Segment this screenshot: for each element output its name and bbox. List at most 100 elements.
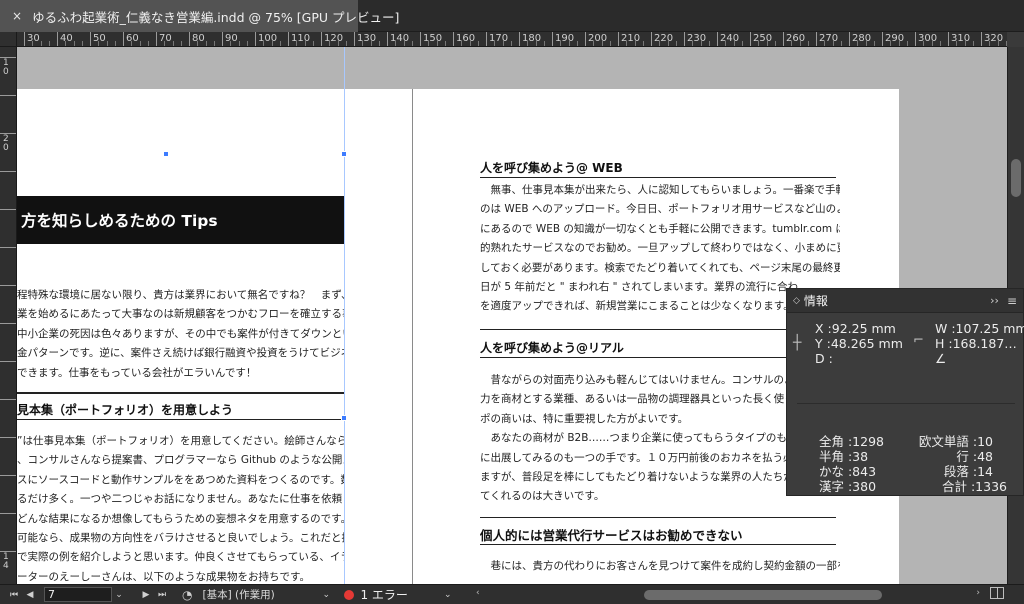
- text-line: 、コンサルさんなら提案書、プログラマーなら Github のような公開ス: [17, 454, 344, 467]
- ruler-minor-tick: [197, 41, 199, 46]
- ruler-minor-tick: [246, 41, 248, 46]
- ruler-minor-tick: [576, 41, 578, 46]
- ruler-minor-tick: [766, 41, 768, 46]
- ruler-minor-tick: [81, 41, 83, 46]
- selection-handle-top-middle[interactable]: [163, 151, 169, 157]
- ruler-minor-tick: [329, 41, 331, 46]
- split-window-icon[interactable]: [990, 587, 1004, 599]
- horizontal-scroll-thumb[interactable]: [644, 590, 882, 600]
- document-tab[interactable]: × ゆるふわ起業術_仁義なき営業編.indd @ 75% [GPU プレビュー]: [0, 0, 399, 32]
- text-line: 的熟れたサービスなのでお勧め。一旦アップして終わりではなく、小まめに更新: [480, 242, 840, 255]
- ruler-minor-tick: [989, 41, 991, 46]
- horizontal-scrollbar[interactable]: ‹ ›: [476, 588, 984, 601]
- ruler-minor-tick: [906, 41, 908, 46]
- collapse-icon[interactable]: ◇: [793, 296, 800, 306]
- page-number-field[interactable]: 7: [44, 587, 112, 602]
- ruler-minor-tick: [898, 41, 900, 46]
- ruler-tick: 14: [0, 551, 16, 584]
- right-section-1-rule: [480, 177, 836, 178]
- ruler-tick-label: 60: [126, 33, 139, 44]
- selection-handle-middle-right[interactable]: [341, 415, 347, 421]
- ruler-tick: [0, 209, 16, 247]
- vertical-scroll-thumb[interactable]: [1011, 159, 1021, 197]
- ruler-tick-label: 270: [819, 33, 839, 44]
- ruler-minor-tick: [238, 41, 240, 46]
- scroll-left-icon[interactable]: ‹: [476, 588, 480, 598]
- ruler-minor-tick: [700, 41, 702, 46]
- ruler-minor-tick: [362, 41, 364, 46]
- ruler-minor-tick: [890, 41, 892, 46]
- info-panel[interactable]: ◇ 情報 ›› ≡ ┼ X :92.25 mm Y :48.265 mm D :…: [786, 288, 1024, 496]
- ruler-minor-tick: [378, 41, 380, 46]
- ruler-minor-tick: [527, 41, 529, 46]
- text-line: ”は仕事見本集（ポートフォリオ）を用意してください。絵師さんなら、イ: [17, 435, 344, 447]
- error-dropdown-icon[interactable]: ⌄: [444, 590, 458, 600]
- ruler-minor-tick: [279, 41, 281, 46]
- text-line: 程特殊な環境に居ない限り、貴方は業界において無名ですね？ まず、営: [17, 289, 344, 301]
- ruler-origin[interactable]: [0, 32, 17, 47]
- crosshair-icon: ┼: [793, 335, 802, 351]
- last-page-button[interactable]: ⏭: [154, 590, 170, 600]
- next-page-button[interactable]: ▶: [138, 590, 154, 600]
- panel-menu-icon[interactable]: ≡: [1007, 294, 1017, 308]
- ruler-minor-tick: [139, 41, 141, 46]
- text-line: ーターのえーしーさんは、以下のような成果物をお持ちです。: [17, 570, 310, 583]
- ruler-minor-tick: [1005, 41, 1007, 46]
- left-page[interactable]: 方を知らしめるための Tips 程特殊な環境に居ない限り、貴方は業界において無名…: [17, 89, 412, 584]
- ruler-minor-tick: [865, 41, 867, 46]
- selection-handle-top-right[interactable]: [341, 151, 347, 157]
- ruler-minor-tick: [733, 41, 735, 46]
- ruler-minor-tick: [461, 41, 463, 46]
- ruler-tick: [0, 513, 16, 551]
- text-line: 業を始めるにあたって大事なのは新規顧客をつかむフローを確立する事: [17, 308, 344, 321]
- horizontal-ruler[interactable]: 30 40 50 60 70 80 90 100 110 120 130 140 150 160 170 18…: [17, 32, 1007, 47]
- ruler-minor-tick: [32, 41, 34, 46]
- ruler-tick: 320: [981, 32, 1003, 46]
- ruler-minor-tick: [180, 41, 182, 46]
- right-section-3-body[interactable]: 巷には、貴方の代わりにお客さんを見つけて案件を成約し契約金額の一部を報: [480, 557, 840, 576]
- vertical-ruler[interactable]: 10 20 14: [0, 47, 17, 584]
- error-count-label[interactable]: 1 エラー: [360, 586, 407, 603]
- previous-page-button[interactable]: ◀: [22, 590, 38, 600]
- ruler-minor-tick: [477, 41, 479, 46]
- ruler-minor-tick: [626, 41, 628, 46]
- status-bar: ⏮ ◀ 7 ⌄ ▶ ⏭ ◔ [基本] (作業用) ⌄ 1 エラー ⌄ ‹ ›: [0, 584, 1024, 604]
- ruler-minor-tick: [164, 41, 166, 46]
- ruler-minor-tick: [370, 41, 372, 46]
- ruler-minor-tick: [271, 41, 273, 46]
- ruler-minor-tick: [741, 41, 743, 46]
- left-paragraph-2[interactable]: ”は仕事見本集（ポートフォリオ）を用意してください。絵師さんなら、イ 、コンサルさ…: [17, 432, 344, 584]
- preflight-icon[interactable]: ◔: [182, 588, 192, 602]
- ruler-tick: 80: [189, 32, 205, 46]
- ruler-tick: 290: [882, 32, 904, 46]
- section-heading-bar[interactable]: 方を知らしめるための Tips: [17, 196, 344, 244]
- ruler-tick: 310: [948, 32, 970, 46]
- text-line: どんな結果になるか想像してもらうための妄想ネタを用意するのです。: [17, 512, 344, 525]
- ruler-tick-label: 40: [60, 33, 73, 44]
- ruler-tick-label: 300: [918, 33, 938, 44]
- ruler-tick-label: 250: [753, 33, 773, 44]
- ruler-minor-tick: [675, 41, 677, 46]
- page-dropdown-icon[interactable]: ⌄: [112, 590, 126, 600]
- ruler-minor-tick: [972, 41, 974, 46]
- ruler-minor-tick: [48, 41, 50, 46]
- ruler-tick: 230: [684, 32, 706, 46]
- ruler-tick-label: 310: [951, 33, 971, 44]
- text-line: 巷には、貴方の代わりにお客さんを見つけて案件を成約し契約金額の一部を報: [480, 560, 840, 572]
- ruler-tick: 260: [783, 32, 805, 46]
- ruler-tick-label: 130: [357, 33, 377, 44]
- scroll-right-icon[interactable]: ›: [976, 588, 980, 598]
- ruler-tick: 200: [585, 32, 607, 46]
- info-panel-header[interactable]: ◇ 情報 ›› ≡: [787, 289, 1023, 313]
- left-paragraph-1[interactable]: 程特殊な環境に居ない限り、貴方は業界において無名ですね？ まず、営 業を始めるにあ…: [17, 286, 344, 383]
- close-tab-icon[interactable]: ×: [12, 10, 22, 22]
- preflight-profile-label[interactable]: [基本] (作業用): [202, 587, 322, 602]
- first-page-button[interactable]: ⏮: [6, 590, 22, 600]
- text-line: で実際の例を紹介しようと思います。仲良くさせてもらっている、イラス: [17, 551, 344, 564]
- ruler-tick-label: 260: [786, 33, 806, 44]
- expand-panel-icon[interactable]: ››: [990, 294, 999, 307]
- subhead-rule-bottom: [17, 419, 344, 420]
- text-line: にあるので WEB の知識が一切なくとも手軽に公開できます。tumblr.com…: [480, 222, 840, 235]
- profile-dropdown-icon[interactable]: ⌄: [322, 590, 336, 600]
- ruler-minor-tick: [923, 41, 925, 46]
